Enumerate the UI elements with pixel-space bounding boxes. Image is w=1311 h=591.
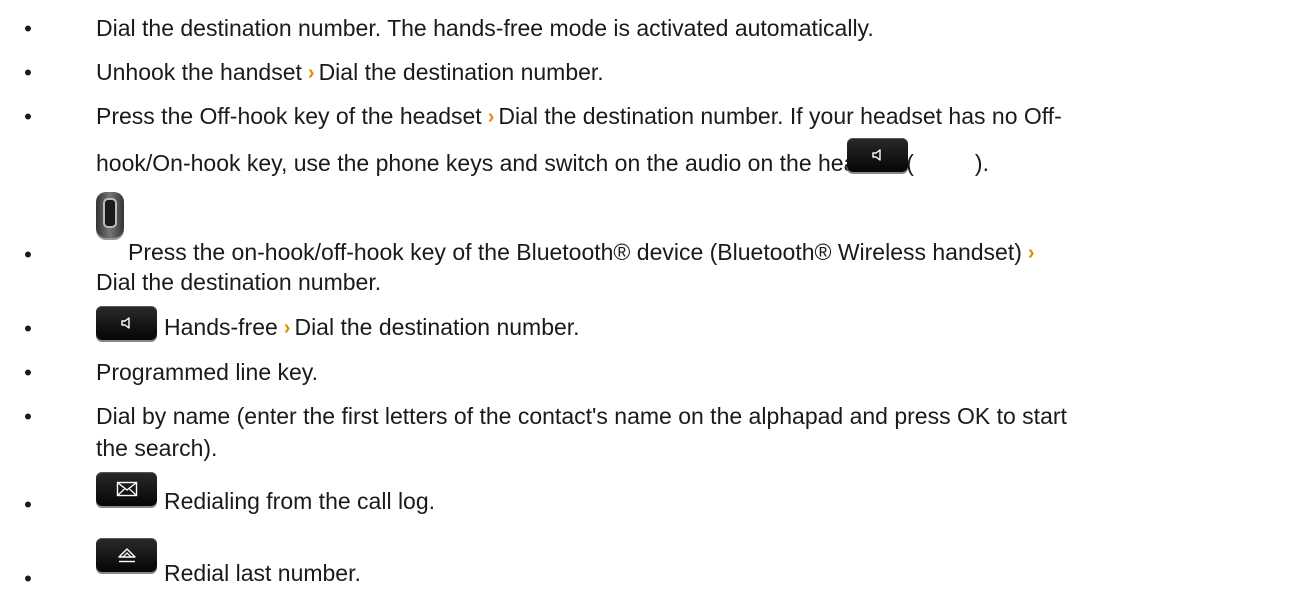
bullet: • xyxy=(24,566,32,591)
item-text-part: Press the Off-hook key of the headset xyxy=(96,103,482,129)
bluetooth-handset-icon xyxy=(96,192,124,238)
item-text: Redial last number. xyxy=(164,560,361,586)
item-text-part: Unhook the handset xyxy=(96,59,302,85)
step-separator: › xyxy=(487,106,495,128)
bullet: • xyxy=(24,104,32,129)
envelope-key-icon xyxy=(96,472,157,506)
item-text: Dial the destination number. The hands-f… xyxy=(96,15,874,41)
item-text-part: Dial the destination number. xyxy=(318,59,604,85)
item-text: Unhook the handset › Dial the destination … xyxy=(96,61,1297,84)
speaker-key-icon xyxy=(96,306,157,340)
item-text: Hands-free › Dial the destination number. xyxy=(164,316,1297,339)
step-separator: › xyxy=(283,317,291,339)
bullet: • xyxy=(24,360,32,385)
item-text-part: Dial the destination number. xyxy=(294,314,580,340)
item-text-part: Press the on-hook/off-hook key of the Bl… xyxy=(128,239,1022,265)
bullet: • xyxy=(24,404,32,429)
item-text: Press the on-hook/off-hook key of the Bl… xyxy=(128,241,1297,264)
bullet: • xyxy=(24,60,32,85)
bullet: • xyxy=(24,492,32,517)
item-text-part: ). xyxy=(974,150,989,176)
bullet: • xyxy=(24,16,32,41)
item-text-part: Hands-free xyxy=(164,314,278,340)
item-text: Dial by name (enter the first letters of… xyxy=(96,403,1067,429)
bullet: • xyxy=(24,316,32,341)
item-text-part: hook/On-hook key, use the phone keys and… xyxy=(96,150,914,176)
item-text: Redialing from the call log. xyxy=(164,488,436,514)
redial-key-icon xyxy=(96,538,157,572)
bullet: • xyxy=(24,242,32,267)
item-text-line: the search). xyxy=(96,435,218,461)
step-separator: › xyxy=(307,62,315,84)
speaker-key-icon xyxy=(847,138,908,172)
item-text-line: Dial the destination number. xyxy=(96,269,382,295)
step-separator: › xyxy=(1027,242,1035,264)
item-text-part: Dial the destination number. If your hea… xyxy=(498,103,1062,129)
item-text: Programmed line key. xyxy=(96,359,318,385)
item-text: Press the Off-hook key of the headset › Di… xyxy=(96,105,1297,128)
